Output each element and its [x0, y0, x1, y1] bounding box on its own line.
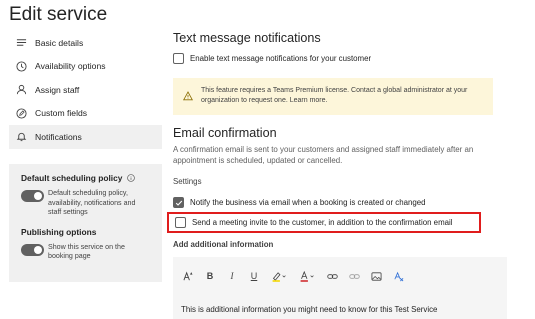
nav-item-notifications[interactable]: Notifications — [9, 125, 162, 149]
nav-item-custom-fields[interactable]: Custom fields — [9, 102, 162, 126]
text-notifications-checkbox[interactable] — [173, 53, 184, 64]
clock-icon — [15, 60, 27, 72]
checkmark-icon — [175, 200, 182, 206]
editor-toolbar: B I U — [181, 269, 499, 283]
link-icon[interactable] — [325, 269, 339, 283]
unlink-icon[interactable] — [347, 269, 361, 283]
nav-item-label: Assign staff — [35, 84, 80, 95]
underline-icon[interactable]: U — [247, 269, 261, 283]
info-icon[interactable] — [127, 174, 136, 182]
nav-item-availability-options[interactable]: Availability options — [9, 55, 162, 79]
warning-icon — [183, 88, 193, 101]
policy-panel: Default scheduling policy Default schedu… — [9, 164, 162, 282]
nav-item-label: Basic details — [35, 37, 84, 48]
email-confirmation-heading: Email confirmation — [173, 126, 277, 140]
insert-image-icon[interactable] — [369, 269, 383, 283]
default-policy-toggle[interactable] — [21, 190, 44, 202]
policy-panel-title: Default scheduling policy — [21, 173, 150, 183]
publishing-options-title: Publishing options — [21, 226, 97, 237]
policy-title-text: Default scheduling policy — [21, 173, 123, 183]
notify-business-row[interactable]: Notify the business via email when a boo… — [173, 197, 426, 208]
editor-content[interactable]: This is additional information you might… — [181, 305, 437, 314]
meeting-invite-label: Send a meeting invite to the customer, i… — [192, 218, 453, 227]
meeting-invite-row[interactable]: Send a meeting invite to the customer, i… — [167, 212, 481, 233]
license-warning: This feature requires a Teams Premium li… — [173, 78, 493, 115]
publishing-toggle-row: Show this service on the booking page — [21, 243, 150, 262]
bell-icon — [15, 131, 27, 143]
notify-business-label: Notify the business via email when a boo… — [190, 198, 426, 207]
highlight-icon[interactable] — [269, 269, 289, 283]
nav-item-label: Notifications — [35, 131, 82, 142]
italic-icon[interactable]: I — [225, 269, 239, 283]
warning-text: This feature requires a Teams Premium li… — [201, 87, 468, 104]
default-policy-toggle-row: Default scheduling policy, availability,… — [21, 189, 150, 218]
publishing-toggle-text: Show this service on the booking page — [48, 242, 125, 261]
clear-formatting-icon[interactable] — [391, 269, 405, 283]
default-policy-toggle-text: Default scheduling policy, availability,… — [48, 189, 136, 217]
text-notifications-label: Enable text message notifications for yo… — [190, 54, 372, 63]
additional-info-label: Add additional information — [173, 240, 274, 249]
text-notifications-heading: Text message notifications — [173, 31, 321, 45]
text-style-icon[interactable] — [181, 269, 195, 283]
nav-item-assign-staff[interactable]: Assign staff — [9, 78, 162, 102]
bold-icon[interactable]: B — [203, 269, 217, 283]
person-icon — [15, 84, 27, 96]
notify-business-checkbox[interactable] — [173, 197, 184, 208]
settings-label: Settings — [173, 177, 202, 186]
meeting-invite-checkbox[interactable] — [175, 217, 186, 228]
nav-item-basic-details[interactable]: Basic details — [9, 31, 162, 55]
email-confirmation-description: A confirmation email is sent to your cus… — [173, 145, 474, 165]
rich-text-editor[interactable]: B I U This is additional information you — [173, 257, 507, 319]
nav-item-label: Custom fields — [35, 108, 88, 119]
main-content: Text message notifications Enable text m… — [167, 31, 507, 319]
list-icon — [15, 37, 27, 49]
sidebar-nav: Basic details Availability options Assig… — [9, 31, 162, 149]
font-color-icon[interactable] — [297, 269, 317, 283]
publishing-toggle[interactable] — [21, 243, 44, 256]
edit-circle-icon — [15, 107, 27, 119]
page-title: Edit service — [9, 4, 108, 25]
nav-item-label: Availability options — [35, 61, 106, 72]
text-notifications-row[interactable]: Enable text message notifications for yo… — [173, 53, 371, 64]
